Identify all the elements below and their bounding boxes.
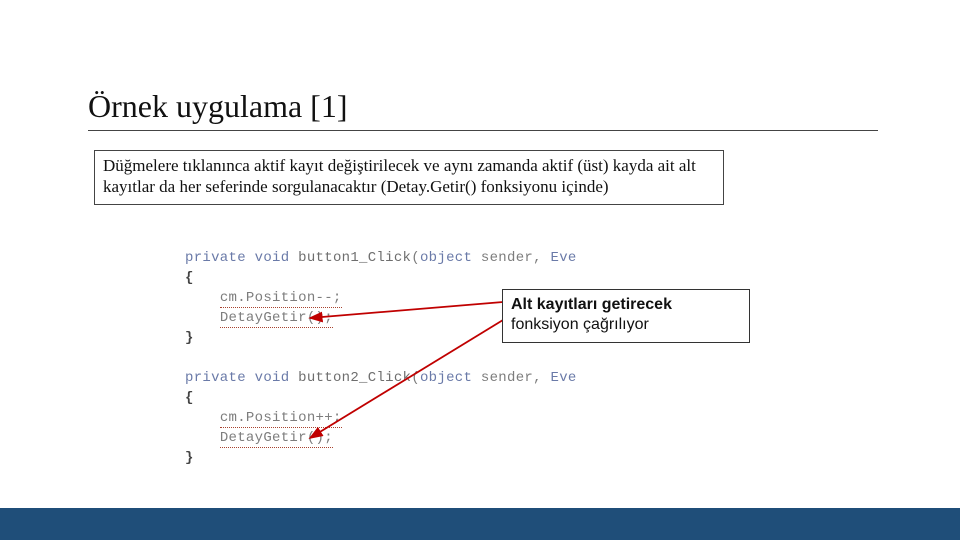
brace-close-1: } (185, 330, 194, 346)
slide-title: Örnek uygulama [1] (88, 88, 347, 125)
type-object-2: object (420, 370, 472, 386)
fn1-name: button1_Click (298, 250, 411, 266)
keyword-private: private (185, 250, 246, 266)
footer-bar (0, 508, 960, 540)
keyword-void: void (255, 250, 290, 266)
callout-line-2: fonksiyon çağrılıyor (511, 315, 741, 335)
brace-open-2: { (185, 390, 194, 406)
callout-line-1: Alt kayıtları getirecek (511, 295, 741, 315)
type-eve: Eve (551, 250, 577, 266)
type-object: object (420, 250, 472, 266)
code-snippet: private void button1_Click(object sender… (185, 248, 577, 468)
brace-close-2: } (185, 450, 194, 466)
callout-box: Alt kayıtları getirecek fonksiyon çağrıl… (502, 289, 750, 343)
stmt-detay-2: DetayGetir(); (220, 430, 333, 448)
stmt-pos-dec: cm.Position--; (220, 290, 342, 308)
title-underline (88, 130, 878, 131)
params-mid-2: sender, (472, 370, 550, 386)
fn2-name: button2_Click (298, 370, 411, 386)
brace-open-1: { (185, 270, 194, 286)
stmt-pos-inc: cm.Position++; (220, 410, 342, 428)
keyword-void-2: void (255, 370, 290, 386)
paren-open: ( (411, 250, 420, 266)
description-box: Düğmelere tıklanınca aktif kayıt değişti… (94, 150, 724, 205)
paren-open-2: ( (411, 370, 420, 386)
params-mid: sender, (472, 250, 550, 266)
stmt-detay-1: DetayGetir(); (220, 310, 333, 328)
keyword-private-2: private (185, 370, 246, 386)
type-eve-2: Eve (551, 370, 577, 386)
